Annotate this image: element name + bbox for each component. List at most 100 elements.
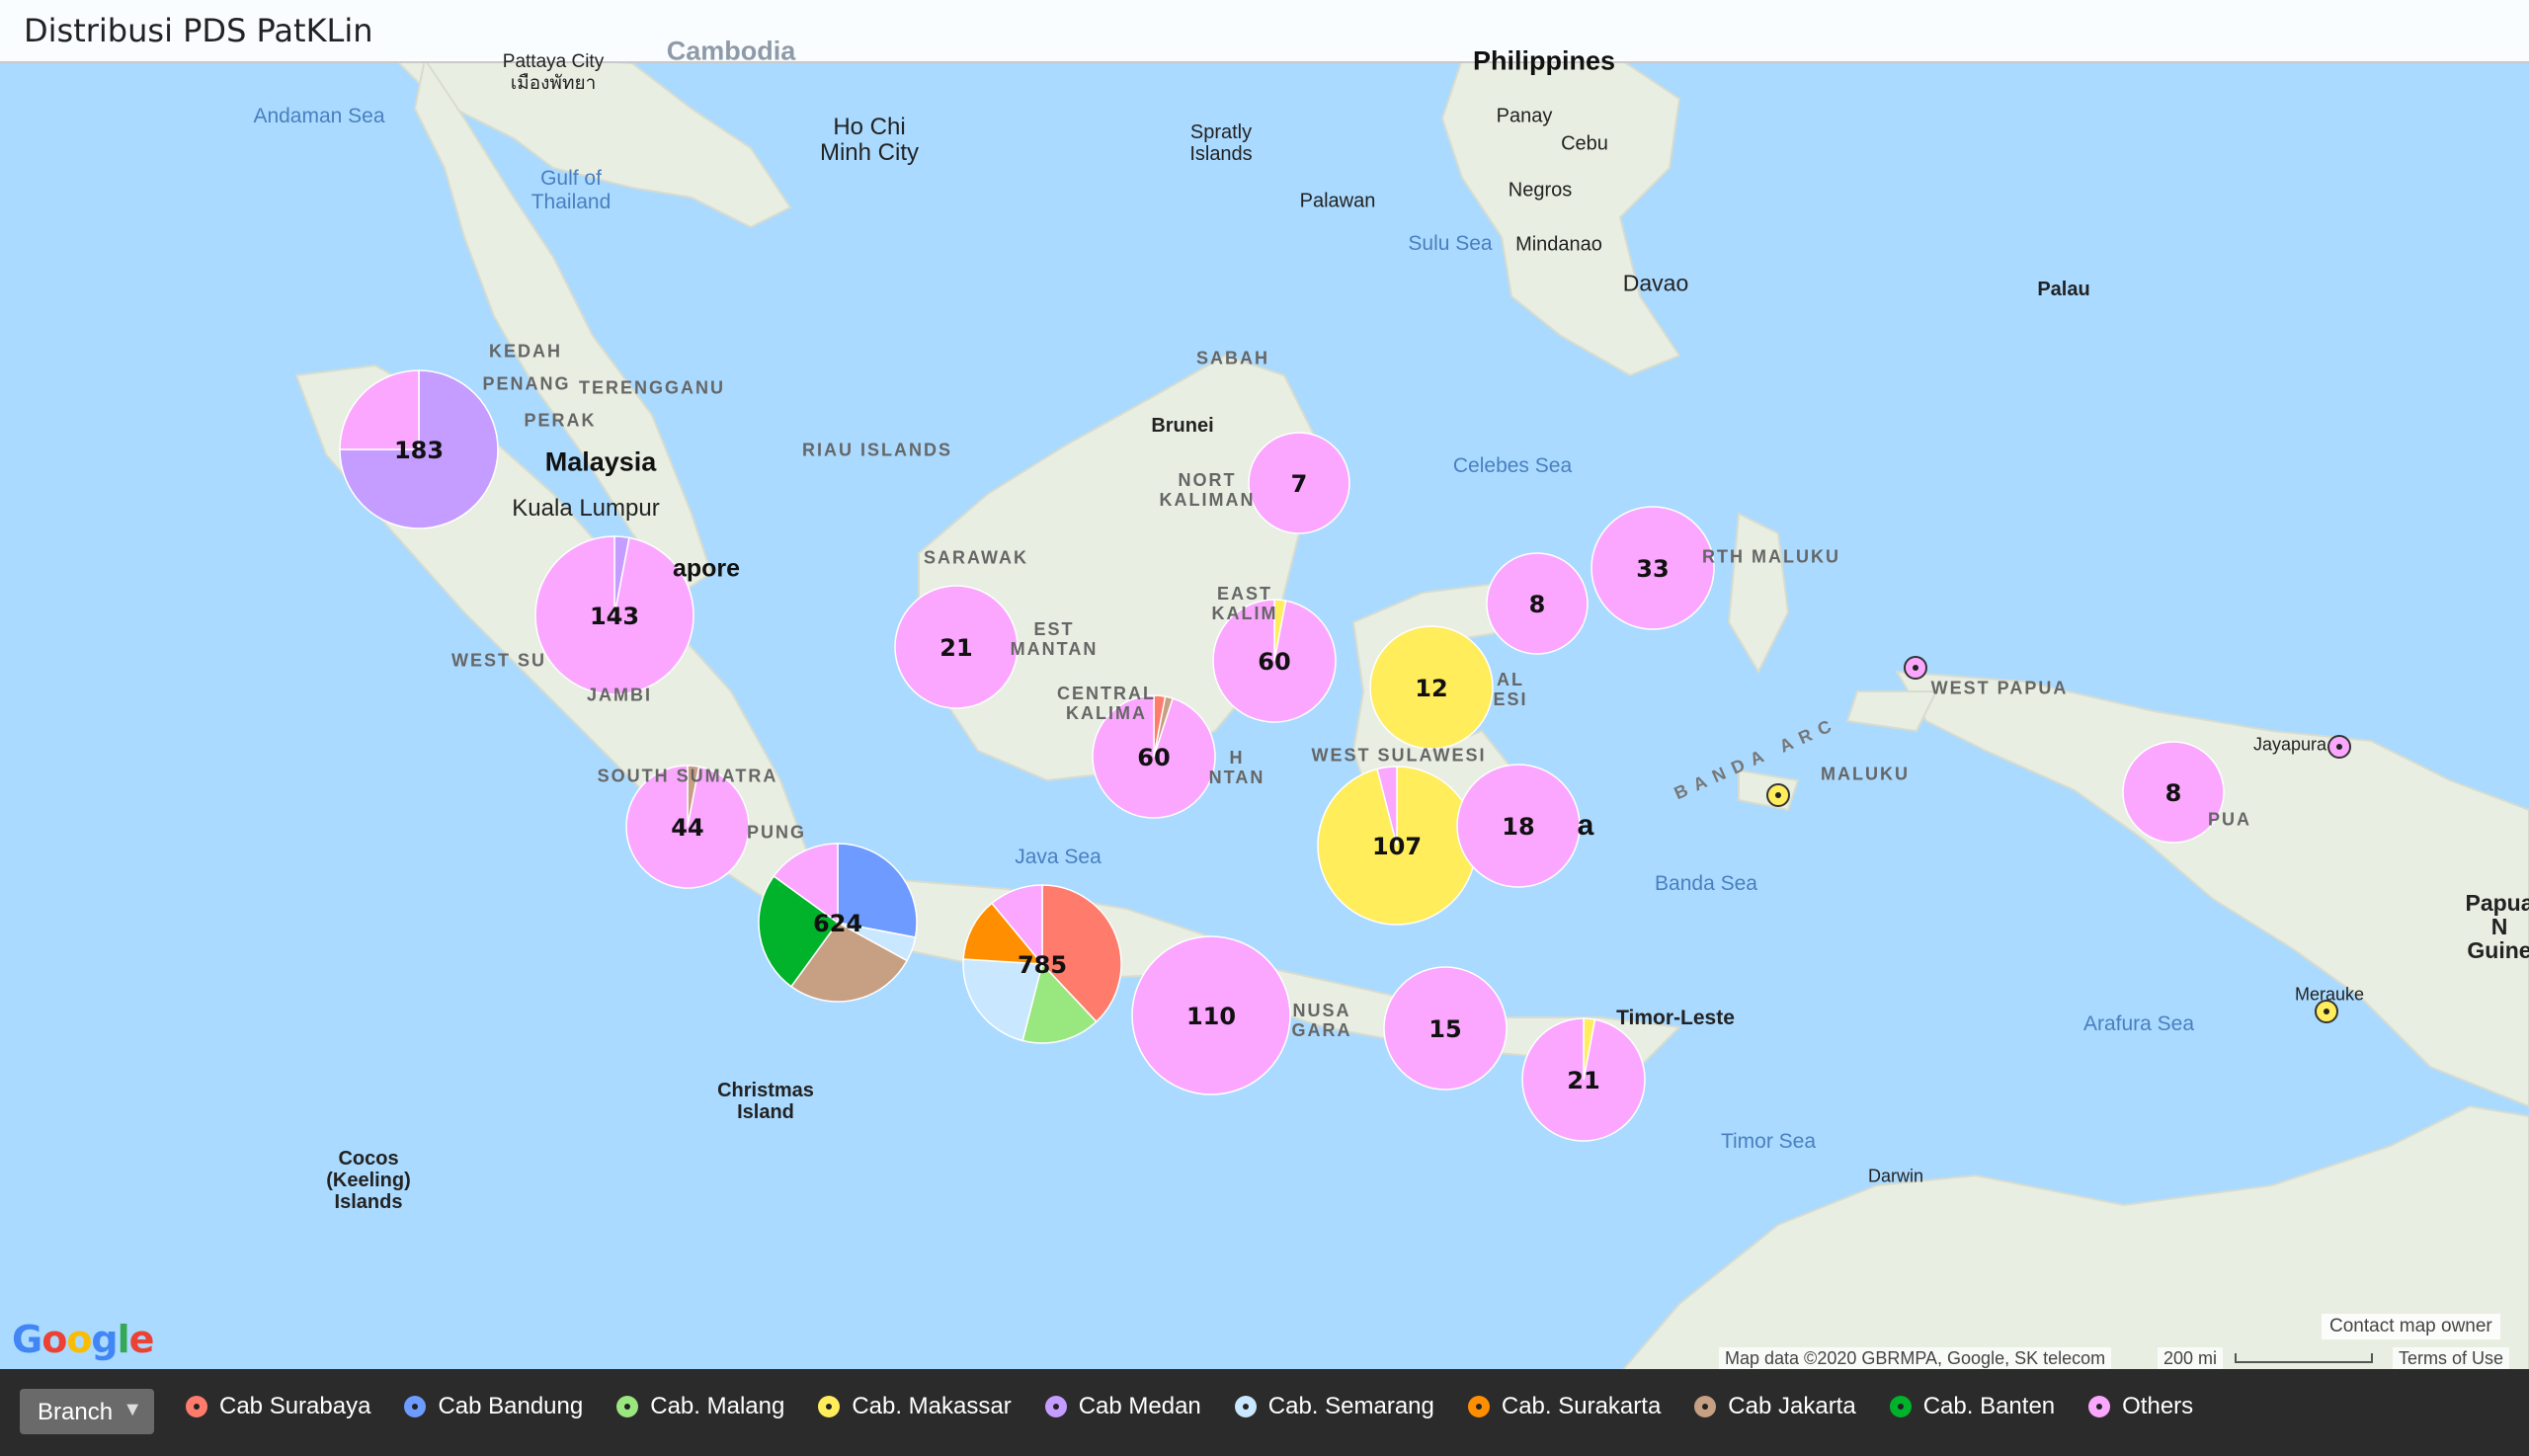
country-label-malaysia: Malaysia [544, 446, 657, 477]
legend-item[interactable]: Cab. Semarang [1234, 1393, 1434, 1420]
legend-dot-icon [1467, 1396, 1490, 1417]
cluster-central-sulawesi[interactable]: 12 [1369, 625, 1494, 750]
legend-item-label: Cab. Surakarta [1501, 1393, 1662, 1419]
cluster-count-label: 8 [2165, 779, 2182, 807]
legend-dot-icon [1889, 1396, 1912, 1417]
cluster-count-label: 785 [1018, 951, 1067, 979]
legend-item[interactable]: Cab. Makassar [818, 1393, 1012, 1420]
cluster-north-sumatra[interactable]: 183 [339, 369, 499, 529]
city-label-kuala-lumpur: Kuala Lumpur [512, 495, 660, 522]
cluster-west-nusa-tenggara[interactable]: 15 [1383, 966, 1508, 1091]
sea-label-banda: Banda Sea [1655, 872, 1757, 895]
region-label-east-kalimantan: EAST KALIM [1211, 584, 1278, 623]
cluster-count-label: 21 [1567, 1067, 1599, 1094]
cluster-west-java[interactable]: 624 [758, 843, 918, 1003]
marker-center [1913, 665, 1918, 671]
legend-item[interactable]: Cab. Malang [616, 1393, 784, 1420]
legend-item[interactable]: Cab Bandung [404, 1393, 583, 1420]
cluster-riau[interactable]: 143 [534, 535, 694, 695]
region-label-riau-islands: RIAU ISLANDS [801, 440, 953, 460]
sea-label-timor: Timor Sea [1720, 1130, 1817, 1153]
legend-item[interactable]: Cab. Banten [1889, 1393, 2055, 1420]
country-label-palau: Palau [2037, 279, 2090, 300]
legend-item[interactable]: Cab Surabaya [186, 1393, 370, 1420]
branch-filter-select[interactable]: Branch ▼ [20, 1389, 154, 1434]
region-label-south-kalimantan: H NTAN [1208, 748, 1265, 787]
cluster-count-label: 33 [1636, 555, 1669, 583]
cluster-count-label: 15 [1428, 1015, 1461, 1043]
sea-label-arafura: Arafura Sea [2082, 1012, 2195, 1035]
region-label-sabah: SABAH [1195, 348, 1270, 368]
cluster-count-label: 12 [1415, 675, 1447, 702]
cluster-count-label: 143 [590, 603, 639, 630]
city-label-merauke: Merauke [2294, 984, 2365, 1005]
city-label-mindanao: Mindanao [1515, 233, 1602, 256]
legend-dot-icon [1694, 1396, 1717, 1417]
sea-label-sulu: Sulu Sea [1408, 232, 1493, 255]
scale-label: 200 mi [2158, 1347, 2224, 1369]
city-label-palawan: Palawan [1299, 190, 1376, 212]
legend-dot-icon [1234, 1396, 1257, 1417]
cluster-bali[interactable]: 110 [1131, 935, 1291, 1095]
cluster-north-maluku[interactable]: 33 [1591, 506, 1715, 630]
city-label-jayapura: Jayapura [2252, 734, 2327, 755]
cluster-south-sulawesi[interactable]: 107 [1317, 766, 1477, 926]
legend-item-label: Cab Surabaya [219, 1393, 371, 1419]
legend-item-label: Cab Jakarta [1728, 1393, 1856, 1419]
city-label-ho-chi-minh: Ho Chi Minh City [819, 114, 920, 166]
sea-label-celebes: Celebes Sea [1452, 454, 1573, 477]
country-label-philippines: Philippines [1472, 45, 1616, 76]
legend-dot-icon [1044, 1396, 1067, 1417]
contact-map-owner-link[interactable]: Contact map owner [2322, 1314, 2500, 1339]
region-label-sarawak: SARAWAK [923, 547, 1029, 568]
legend-item[interactable]: Others [2088, 1393, 2193, 1420]
cluster-count-label: 7 [1291, 470, 1308, 498]
cluster-east-java[interactable]: 785 [962, 884, 1122, 1044]
region-label-jambi: JAMBI [586, 685, 653, 705]
cluster-east-nusa-tenggara[interactable]: 21 [1521, 1017, 1646, 1142]
cluster-west-kalimantan[interactable]: 21 [894, 585, 1019, 709]
page-title: Distribusi PDS PatKLin [24, 12, 373, 49]
legend-item-label: Cab. Semarang [1267, 1393, 1434, 1419]
legend-item[interactable]: Cab Medan [1044, 1393, 1201, 1420]
city-label-darwin: Darwin [1867, 1166, 1924, 1186]
region-label-nusa-tenggara: NUSA GARA [1291, 1001, 1352, 1040]
region-label-lampung: PUNG [746, 822, 807, 843]
region-label-penang: PENANG [482, 373, 571, 394]
region-label-west-papua: WEST PAPUA [1930, 678, 2069, 698]
legend-item[interactable]: Cab Jakarta [1694, 1393, 1856, 1420]
legend-item[interactable]: Cab. Surakarta [1467, 1393, 1662, 1420]
marker-center [2324, 1009, 2329, 1014]
legend-dot-icon [404, 1396, 427, 1417]
cluster-southeast-sulawesi[interactable]: 18 [1456, 764, 1581, 888]
city-label-pattaya: Pattaya City เมืองพัทยา [502, 51, 605, 94]
cluster-count-label: 60 [1137, 744, 1170, 771]
cluster-count-label: 624 [813, 910, 862, 937]
region-label-south-sumatra: SOUTH SUMATRA [597, 766, 778, 786]
cluster-north-kalimantan[interactable]: 7 [1248, 432, 1350, 534]
legend-dot-icon [2088, 1396, 2111, 1417]
region-label-christmas-island: Christmas Island [717, 1080, 814, 1123]
region-label-perak: PERAK [524, 410, 597, 431]
map-data-attribution: Map data ©2020 GBRMPA, Google, SK teleco… [1719, 1347, 2112, 1369]
marker-jayapura[interactable] [2327, 735, 2351, 759]
legend-dot-icon [616, 1396, 639, 1417]
terms-of-use-link[interactable]: Terms of Use [2393, 1347, 2510, 1369]
region-label-maluku: MALUKU [1821, 764, 1910, 784]
map-canvas[interactable]: 183 143 44 624 785 110 21 60 60 7 12 107 18 8 33 15 21 8 [0, 0, 2529, 1456]
city-label-singapore: apore [672, 554, 741, 583]
cluster-count-label: 21 [939, 634, 972, 662]
cluster-count-label: 107 [1372, 833, 1422, 860]
marker-center [1775, 792, 1781, 798]
country-label-brunei: Brunei [1151, 415, 1214, 437]
legend-item-label: Cab. Makassar [852, 1393, 1012, 1419]
marker-maluku[interactable] [1766, 783, 1790, 807]
legend-dot-icon [186, 1396, 207, 1417]
region-label-sulawesi-tail: a [1577, 809, 1594, 842]
cluster-north-sulawesi[interactable]: 8 [1486, 552, 1589, 655]
region-label-north-maluku: RTH MALUKU [1702, 546, 1840, 567]
cluster-count-label: 60 [1258, 648, 1290, 676]
marker-west-papua[interactable] [1904, 656, 1927, 680]
country-label-cambodia: Cambodia [666, 36, 796, 66]
cluster-count-label: 8 [1529, 591, 1546, 618]
